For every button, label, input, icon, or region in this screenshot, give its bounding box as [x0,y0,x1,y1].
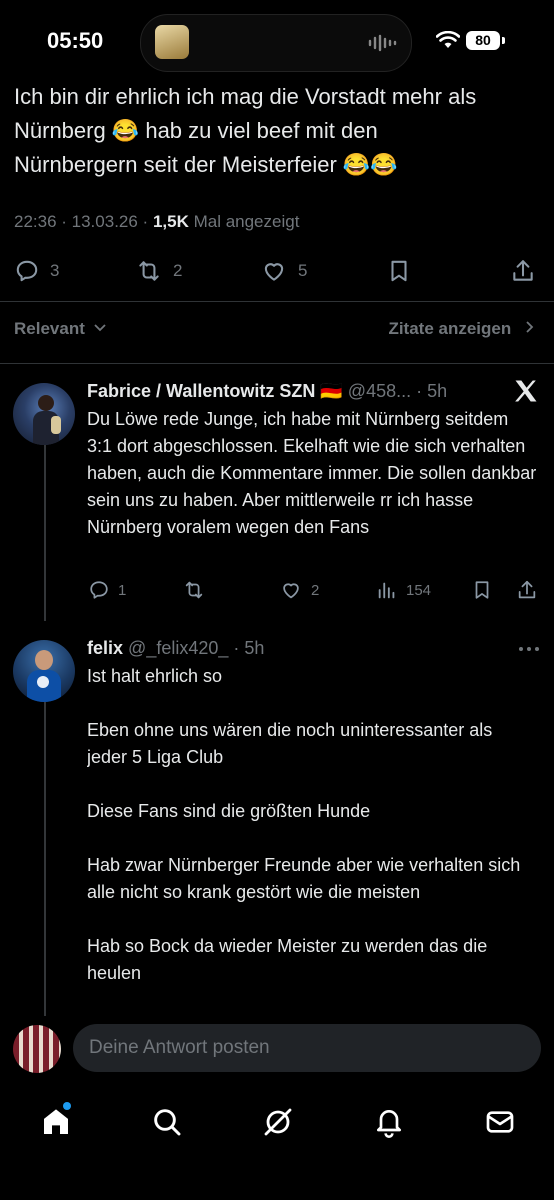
reply-author-name[interactable]: felix [87,638,123,658]
status-time: 05:50 [47,28,104,53]
reply-time: · 5h [233,638,265,658]
analytics-icon [378,582,395,599]
avatar-crest [37,676,49,688]
thread-line [44,443,46,621]
divider [0,301,554,302]
reply-count: 1 [118,581,127,599]
bookmark-icon [391,260,407,282]
avatar-figure [35,650,53,670]
divider [0,363,554,364]
sort-label: Relevant [14,319,85,338]
share-button[interactable] [516,579,538,601]
share-icon [518,580,536,599]
reply-header: Fabrice / Wallentowitz SZN 🇩🇪 @458... · … [87,378,507,405]
reply-header: felix @_felix420_ · 5h [87,635,487,662]
tweet-text-line: Nürnbergern seit der Meisterfeier 😂😂 [14,152,398,177]
avatar[interactable] [13,640,75,702]
share-button[interactable] [510,258,536,284]
audio-wave-icon [368,34,397,52]
bell-icon [377,1110,401,1138]
bookmark-icon [475,581,489,599]
wifi-icon [436,31,460,48]
tab-messages[interactable] [480,1102,520,1142]
reply-time: · 5h [416,381,448,401]
tweet-action-bar: 3 2 5 [0,252,554,292]
reply-text: Du Löwe rede Junge, ich habe mit Nürnber… [87,409,537,537]
battery-tip [502,37,505,44]
x-logo-icon [515,380,537,402]
chevron-right-icon [526,321,534,333]
tab-grok[interactable] [258,1102,298,1142]
now-playing-artwork [155,25,189,59]
bookmark-button[interactable] [471,579,493,601]
bookmark-button[interactable] [386,258,412,284]
home-icon [44,1109,68,1134]
show-quotes-link[interactable]: Zitate anzeigen [388,319,536,339]
like-button[interactable]: 5 [260,258,307,284]
reply-button[interactable]: 3 [14,258,59,284]
repost-button[interactable] [182,579,214,601]
reply-icon [90,581,108,599]
grok-icon [264,1108,292,1136]
heart-icon [264,263,284,281]
repost-icon [139,261,159,281]
sort-dropdown[interactable]: Relevant [14,319,107,339]
tab-search[interactable] [147,1102,187,1142]
like-button[interactable]: 2 [279,579,319,601]
tweet-text-line: Ich bin dir ehrlich ich mag die Vorstadt… [14,84,477,109]
dynamic-island[interactable] [140,14,412,72]
views-count: 154 [406,581,432,599]
reply-author-handle[interactable]: @_felix420_ [128,638,228,658]
like-count: 2 [311,581,320,599]
tab-home[interactable] [36,1102,76,1142]
views-label: Mal angezeigt [188,212,300,231]
quotes-label: Zitate anzeigen [388,319,512,338]
thread-line [44,700,46,1020]
repost-button[interactable]: 2 [135,258,182,284]
views-button[interactable]: 154 [376,579,431,601]
battery-indicator: 80 [466,31,500,50]
heart-icon [283,583,299,599]
avatar[interactable] [13,383,75,445]
tab-notifications[interactable] [369,1102,409,1142]
chevron-down-icon [93,324,106,332]
tweet-text-line: Nürnberg 😂 hab zu viel beef mit den [14,118,378,143]
mail-icon [486,1111,514,1133]
tweet-timestamp[interactable]: 22:36 · 13.03.26 · [14,212,153,231]
reply-button[interactable]: 1 [88,579,126,601]
own-avatar[interactable] [13,1025,61,1073]
views-count: 1,5K [152,212,189,231]
reply-text: Ist halt ehrlich so Eben ohne uns wären … [87,666,521,983]
tweet-meta: 22:36 · 13.03.26 · 1,5K Mal angezeigt [14,212,299,232]
reply-count: 3 [50,261,60,280]
reply-input[interactable] [73,1024,541,1072]
repost-count: 2 [173,261,183,280]
notification-dot [63,1102,71,1110]
more-options-icon[interactable] [518,645,540,653]
bottom-tab-bar [0,1082,554,1200]
like-count: 5 [298,261,308,280]
tweet-text: Ich bin dir ehrlich ich mag die Vorstadt… [14,80,534,182]
share-icon [513,260,533,281]
status-bar: 05:50 80 [0,0,554,80]
reply-author-name[interactable]: Fabrice / Wallentowitz SZN 🇩🇪 [87,381,343,401]
reply-icon [16,260,38,282]
avatar-trophy [51,416,61,434]
repost-icon [185,581,203,599]
search-icon [154,1109,181,1136]
reply-author-handle[interactable]: @458... [348,381,411,401]
avatar-figure [38,395,54,411]
